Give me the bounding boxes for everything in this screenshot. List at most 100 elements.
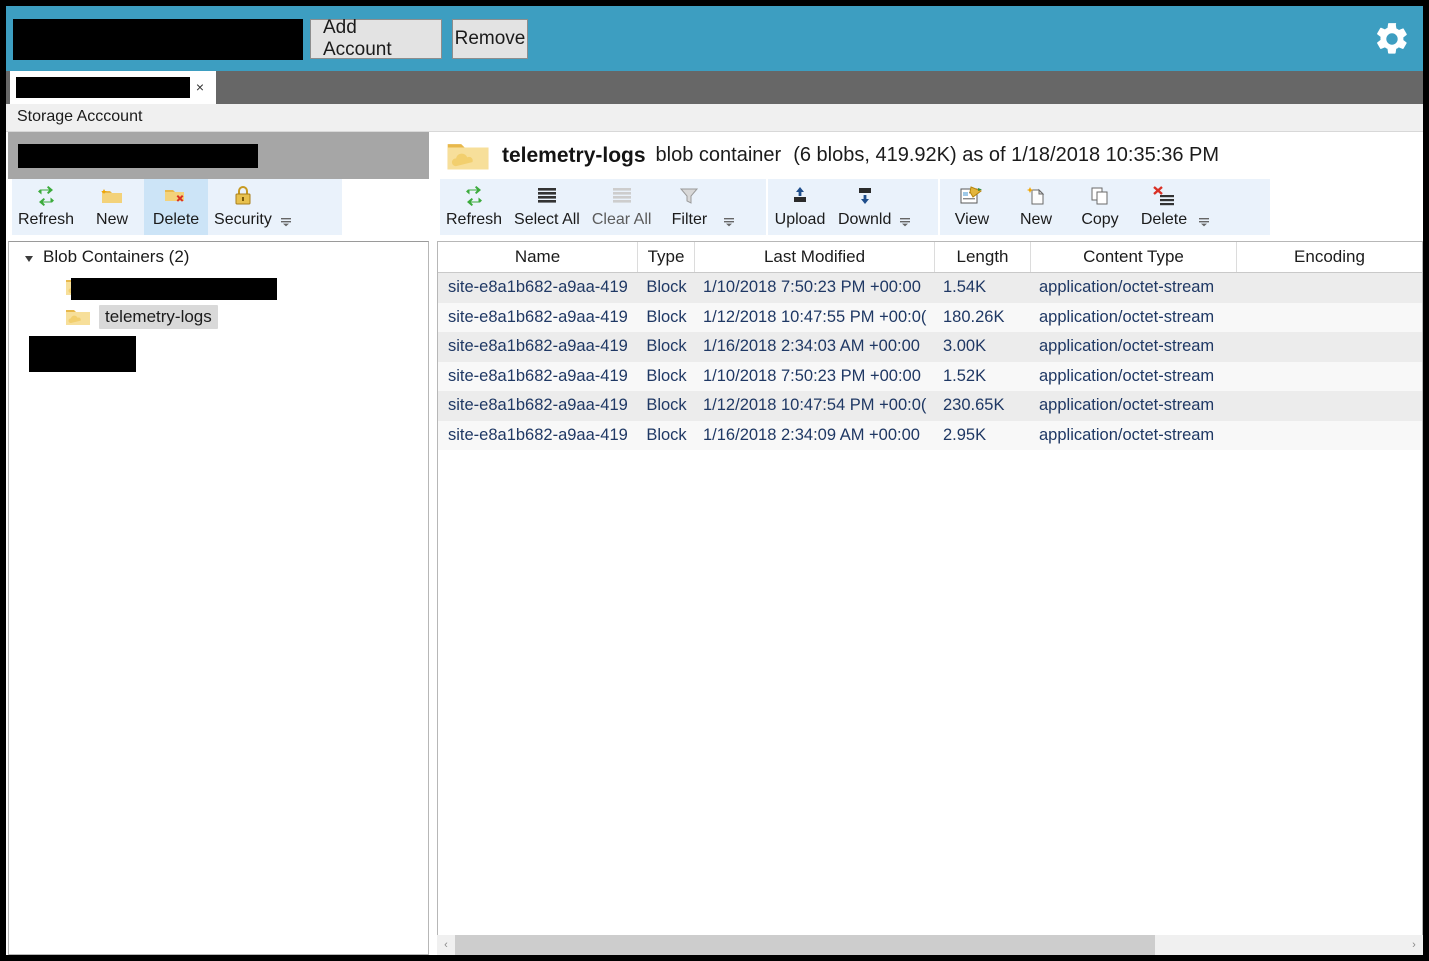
- tree-root-blob-containers[interactable]: Blob Containers (2): [9, 242, 428, 272]
- scroll-left-icon[interactable]: ‹: [437, 935, 455, 955]
- cell-last-modified: 1/12/2018 10:47:55 PM +00:0(: [695, 303, 935, 333]
- cell-type: Block: [638, 273, 695, 303]
- container-meta: (6 blobs, 419.92K) as of 1/18/2018 10:35…: [793, 144, 1219, 167]
- grid-body: site-e8a1b682-a9aa-419Block1/10/2018 7:5…: [438, 273, 1422, 450]
- grid-toolbar-group-1: Refresh Select All: [440, 179, 766, 235]
- expand-triangle-icon[interactable]: [23, 250, 37, 264]
- grid-clear-all-button[interactable]: Clear All: [586, 179, 658, 235]
- scroll-right-icon[interactable]: ›: [1405, 935, 1423, 955]
- breadcrumb: Storage Acccount: [6, 104, 1423, 132]
- download-button[interactable]: Downld: [832, 179, 897, 235]
- column-header-name[interactable]: Name: [438, 242, 638, 272]
- delete-folder-icon: [163, 183, 189, 209]
- column-header-content-type[interactable]: Content Type: [1031, 242, 1237, 272]
- table-row[interactable]: site-e8a1b682-a9aa-419Block1/10/2018 7:5…: [438, 362, 1422, 392]
- view-button[interactable]: View: [940, 179, 1004, 235]
- cell-length: 1.52K: [935, 362, 1031, 392]
- grid-refresh-button[interactable]: Refresh: [440, 179, 508, 235]
- delete-row-icon: [1152, 183, 1176, 209]
- refresh-icon: [462, 183, 486, 209]
- table-row[interactable]: site-e8a1b682-a9aa-419Block1/16/2018 2:3…: [438, 421, 1422, 451]
- cell-content-type: application/octet-stream: [1031, 391, 1237, 421]
- cell-encoding: [1237, 421, 1422, 451]
- delete-blob-button[interactable]: Delete: [1132, 179, 1196, 235]
- cell-name: site-e8a1b682-a9aa-419: [438, 391, 638, 421]
- view-label: View: [955, 209, 989, 231]
- download-label: Downld: [838, 209, 891, 231]
- new-blob-button[interactable]: New: [1004, 179, 1068, 235]
- cell-content-type: application/octet-stream: [1031, 421, 1237, 451]
- remove-button[interactable]: Remove: [452, 19, 528, 59]
- folder-icon: [446, 139, 490, 173]
- left-delete-button[interactable]: Delete: [144, 179, 208, 235]
- tab-label-redacted: [16, 77, 190, 98]
- table-row[interactable]: site-e8a1b682-a9aa-419Block1/12/2018 10:…: [438, 303, 1422, 333]
- copy-label: Copy: [1081, 209, 1118, 231]
- folder-icon: [65, 307, 91, 327]
- left-new-label: New: [96, 209, 128, 231]
- table-row[interactable]: site-e8a1b682-a9aa-419Block1/16/2018 2:3…: [438, 332, 1422, 362]
- cell-encoding: [1237, 391, 1422, 421]
- grid-filter-button[interactable]: Filter: [657, 179, 721, 235]
- cell-last-modified: 1/16/2018 2:34:03 AM +00:00: [695, 332, 935, 362]
- cell-content-type: application/octet-stream: [1031, 362, 1237, 392]
- cell-length: 3.00K: [935, 332, 1031, 362]
- copy-icon: [1089, 183, 1111, 209]
- column-header-length[interactable]: Length: [935, 242, 1031, 272]
- left-refresh-button[interactable]: Refresh: [12, 179, 80, 235]
- cell-last-modified: 1/16/2018 2:34:09 AM +00:00: [695, 421, 935, 451]
- left-delete-label: Delete: [153, 209, 199, 231]
- cell-name: site-e8a1b682-a9aa-419: [438, 421, 638, 451]
- grid-select-all-label: Select All: [514, 209, 580, 231]
- cell-encoding: [1237, 362, 1422, 392]
- container-name: telemetry-logs: [502, 144, 646, 168]
- filter-icon: [678, 183, 700, 209]
- container-title-bar: telemetry-logs blob container (6 blobs, …: [431, 132, 1219, 179]
- cell-type: Block: [638, 362, 695, 392]
- delete-blob-label: Delete: [1141, 209, 1187, 231]
- grid-toolbar-1-overflow-button[interactable]: [721, 215, 740, 235]
- upload-label: Upload: [775, 209, 826, 231]
- cell-content-type: application/octet-stream: [1031, 303, 1237, 333]
- tab-strip: ×: [6, 71, 1423, 104]
- left-toolbar: Refresh New: [12, 179, 342, 235]
- column-header-last-modified[interactable]: Last Modified: [695, 242, 935, 272]
- scrollbar-thumb[interactable]: [455, 935, 1155, 955]
- left-security-button[interactable]: Security: [208, 179, 278, 235]
- tree-item-1-redaction: [71, 278, 277, 300]
- grid-toolbar-2-overflow-button[interactable]: [897, 215, 916, 235]
- blob-list-grid[interactable]: Name Type Last Modified Length Content T…: [437, 241, 1423, 955]
- cell-last-modified: 1/10/2018 7:50:23 PM +00:00: [695, 273, 935, 303]
- copy-button[interactable]: Copy: [1068, 179, 1132, 235]
- cell-name: site-e8a1b682-a9aa-419: [438, 273, 638, 303]
- cell-type: Block: [638, 332, 695, 362]
- cell-encoding: [1237, 303, 1422, 333]
- close-icon[interactable]: ×: [196, 78, 204, 96]
- add-account-button[interactable]: Add Account: [310, 19, 442, 59]
- account-name-field[interactable]: [13, 19, 303, 60]
- grid-toolbar-group-2: Upload Downld: [768, 179, 938, 235]
- grid-horizontal-scrollbar[interactable]: ‹ ›: [437, 935, 1423, 955]
- account-label-redacted: [18, 144, 258, 168]
- table-row[interactable]: site-e8a1b682-a9aa-419Block1/10/2018 7:5…: [438, 273, 1422, 303]
- gear-icon[interactable]: [1373, 20, 1411, 58]
- cell-length: 180.26K: [935, 303, 1031, 333]
- tab-storage-account[interactable]: ×: [10, 71, 216, 104]
- grid-filter-label: Filter: [672, 209, 708, 231]
- left-toolbar-overflow-button[interactable]: [278, 215, 297, 235]
- view-icon: [959, 183, 985, 209]
- blob-container-tree[interactable]: Blob Containers (2): [8, 241, 429, 955]
- upload-icon: [789, 183, 811, 209]
- left-new-button[interactable]: New: [80, 179, 144, 235]
- grid-toolbar-3-overflow-button[interactable]: [1196, 215, 1215, 235]
- scrollbar-track[interactable]: [455, 935, 1405, 955]
- table-row[interactable]: site-e8a1b682-a9aa-419Block1/12/2018 10:…: [438, 391, 1422, 421]
- column-header-type[interactable]: Type: [638, 242, 695, 272]
- container-kind: blob container: [656, 144, 782, 167]
- grid-select-all-button[interactable]: Select All: [508, 179, 586, 235]
- column-header-encoding[interactable]: Encoding: [1237, 242, 1422, 272]
- tree-item-telemetry-logs[interactable]: telemetry-logs: [9, 302, 428, 332]
- clear-all-icon: [611, 183, 633, 209]
- download-icon: [854, 183, 876, 209]
- upload-button[interactable]: Upload: [768, 179, 832, 235]
